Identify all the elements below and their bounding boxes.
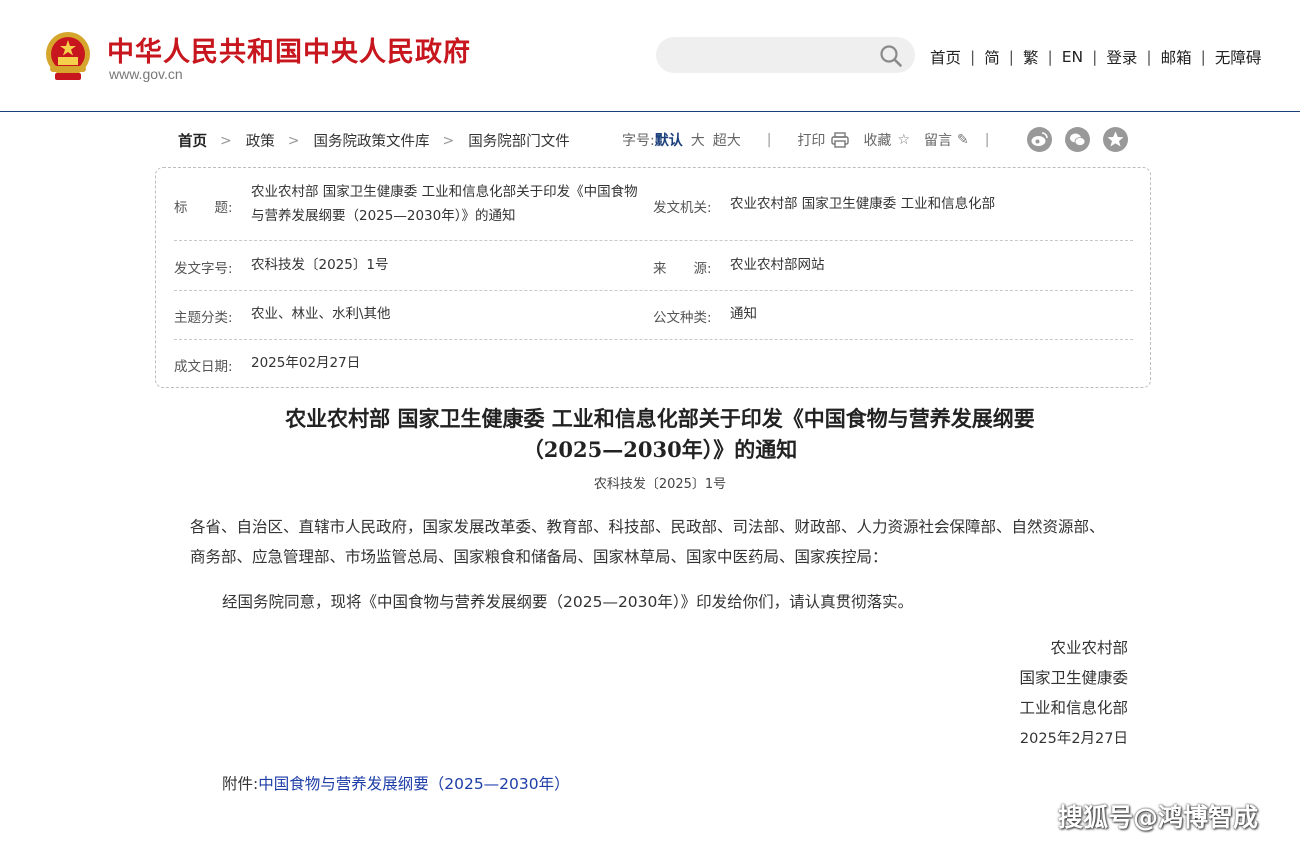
title-label: 标 题: bbox=[174, 200, 233, 216]
breadcrumb-policy[interactable]: 政策 bbox=[246, 130, 275, 151]
info-row-topic: 主题分类: 农业、林业、水利\其他 公文种类: 通知 bbox=[174, 291, 1133, 340]
attachment-label: 附件: bbox=[222, 775, 259, 793]
docno-value: 农科技发〔2025〕1号 bbox=[251, 257, 389, 273]
document-title-line1: 农业农村部 国家卫生健康委 工业和信息化部关于印发《中国食物与营养发展纲要 bbox=[285, 406, 1035, 431]
chevron-right-icon: > bbox=[442, 132, 455, 149]
attachment: 附件:中国食物与营养发展纲要（2025—2030年） bbox=[222, 772, 570, 794]
type-label: 公文种类: bbox=[653, 310, 712, 326]
nav-home[interactable]: 首页 bbox=[930, 46, 961, 68]
document-info-box: 标 题: 农业农村部 国家卫生健康委 工业和信息化部关于印发《中国食物与营养发展… bbox=[155, 167, 1151, 388]
issuer-label: 发文机关: bbox=[653, 200, 712, 216]
signatory-moa: 农业农村部 bbox=[1050, 639, 1128, 657]
date-label: 成文日期: bbox=[174, 359, 233, 375]
sign-date: 2025年2月27日 bbox=[1019, 731, 1128, 747]
page-tools: 字号: 默认 大 超大 | 打印 收藏 ☆ 留言 ✎ | bbox=[622, 130, 989, 150]
qzone-icon[interactable] bbox=[1103, 127, 1128, 152]
info-row-docno: 发文字号: 农科技发〔2025〕1号 来 源: 农业农村部网站 bbox=[174, 241, 1133, 291]
tools-divider: | bbox=[766, 132, 772, 148]
search-input[interactable] bbox=[674, 45, 868, 67]
weibo-icon[interactable] bbox=[1027, 127, 1052, 152]
source-label: 来 源: bbox=[653, 261, 712, 277]
wechat-icon[interactable] bbox=[1065, 127, 1090, 152]
document-title: 农业农村部 国家卫生健康委 工业和信息化部关于印发《中国食物与营养发展纲要 （2… bbox=[150, 403, 1170, 465]
breadcrumb-home[interactable]: 首页 bbox=[178, 130, 207, 151]
nav-divider: | bbox=[1008, 48, 1014, 66]
nav-mail[interactable]: 邮箱 bbox=[1161, 46, 1192, 68]
font-size-large[interactable]: 大 bbox=[691, 130, 705, 150]
font-size-xlarge[interactable]: 超大 bbox=[713, 130, 741, 150]
breadcrumb: 首页 > 政策 > 国务院政策文件库 > 国务院部门文件 bbox=[178, 130, 570, 151]
document-body: 经国务院同意，现将《中国食物与营养发展纲要（2025—2030年）》印发给你们，… bbox=[222, 593, 914, 611]
info-row-date: 成文日期: 2025年02月27日 bbox=[174, 340, 1133, 386]
attachment-link[interactable]: 中国食物与营养发展纲要（2025—2030年） bbox=[258, 775, 569, 793]
tools-divider: | bbox=[984, 132, 990, 148]
print-button[interactable]: 打印 bbox=[797, 130, 825, 150]
font-size-label: 字号: bbox=[622, 133, 655, 149]
comment-button[interactable]: 留言 bbox=[924, 130, 952, 150]
nav-simplified[interactable]: 简 bbox=[984, 46, 1000, 68]
watermark: 搜狐号@鸿博智成 bbox=[1058, 803, 1259, 832]
signatory-nhc: 国家卫生健康委 bbox=[1019, 669, 1128, 687]
search-box bbox=[656, 37, 915, 73]
topic-label: 主题分类: bbox=[174, 310, 233, 326]
nav-accessibility[interactable]: 无障碍 bbox=[1215, 46, 1262, 68]
national-emblem-icon[interactable] bbox=[42, 30, 94, 84]
document-number: 农科技发〔2025〕1号 bbox=[593, 477, 727, 492]
nav-english[interactable]: EN bbox=[1062, 48, 1083, 66]
info-row-title: 标 题: 农业农村部 国家卫生健康委 工业和信息化部关于印发《中国食物与营养发展… bbox=[174, 168, 1133, 241]
site-domain: www.gov.cn bbox=[109, 66, 183, 82]
site-header: 中华人民共和国中央人民政府 www.gov.cn 首页 | 简 | 繁 | EN… bbox=[0, 0, 1300, 112]
search-icon[interactable] bbox=[879, 44, 903, 68]
site-title[interactable]: 中华人民共和国中央人民政府 bbox=[107, 30, 471, 69]
breadcrumb-policy-library[interactable]: 国务院政策文件库 bbox=[313, 130, 429, 151]
favorite-button[interactable]: 收藏 bbox=[863, 130, 891, 150]
printer-icon[interactable] bbox=[831, 132, 850, 148]
nav-traditional[interactable]: 繁 bbox=[1023, 46, 1039, 68]
nav-divider: | bbox=[970, 48, 976, 66]
chevron-right-icon: > bbox=[287, 132, 300, 149]
source-value: 农业农村部网站 bbox=[730, 257, 825, 273]
star-icon[interactable]: ☆ bbox=[897, 132, 910, 148]
nav-login[interactable]: 登录 bbox=[1106, 46, 1137, 68]
signatory-miit: 工业和信息化部 bbox=[1019, 699, 1128, 717]
docno-label: 发文字号: bbox=[174, 261, 233, 277]
issuer-value: 农业农村部 国家卫生健康委 工业和信息化部 bbox=[730, 196, 996, 212]
document-title-line2: （2025—2030年）》的通知 bbox=[522, 437, 798, 462]
nav-divider: | bbox=[1047, 48, 1053, 66]
chevron-right-icon: > bbox=[220, 132, 232, 149]
nav-divider: | bbox=[1146, 48, 1152, 66]
pencil-icon[interactable]: ✎ bbox=[957, 132, 969, 148]
title-value: 农业农村部 国家卫生健康委 工业和信息化部关于印发《中国食物与营养发展纲要（20… bbox=[251, 184, 638, 224]
type-value: 通知 bbox=[730, 306, 757, 322]
topic-value: 农业、林业、水利\其他 bbox=[251, 306, 391, 322]
document-recipients: 各省、自治区、直辖市人民政府，国家发展改革委、教育部、科技部、民政部、司法部、财… bbox=[190, 518, 1105, 566]
top-nav: 首页 | 简 | 繁 | EN | 登录 | 邮箱 | 无障碍 bbox=[930, 46, 1261, 68]
font-size-default[interactable]: 默认 bbox=[655, 130, 683, 150]
breadcrumb-department-docs[interactable]: 国务院部门文件 bbox=[468, 130, 570, 151]
nav-divider: | bbox=[1200, 48, 1206, 66]
date-value: 2025年02月27日 bbox=[251, 355, 361, 371]
nav-divider: | bbox=[1092, 48, 1098, 66]
